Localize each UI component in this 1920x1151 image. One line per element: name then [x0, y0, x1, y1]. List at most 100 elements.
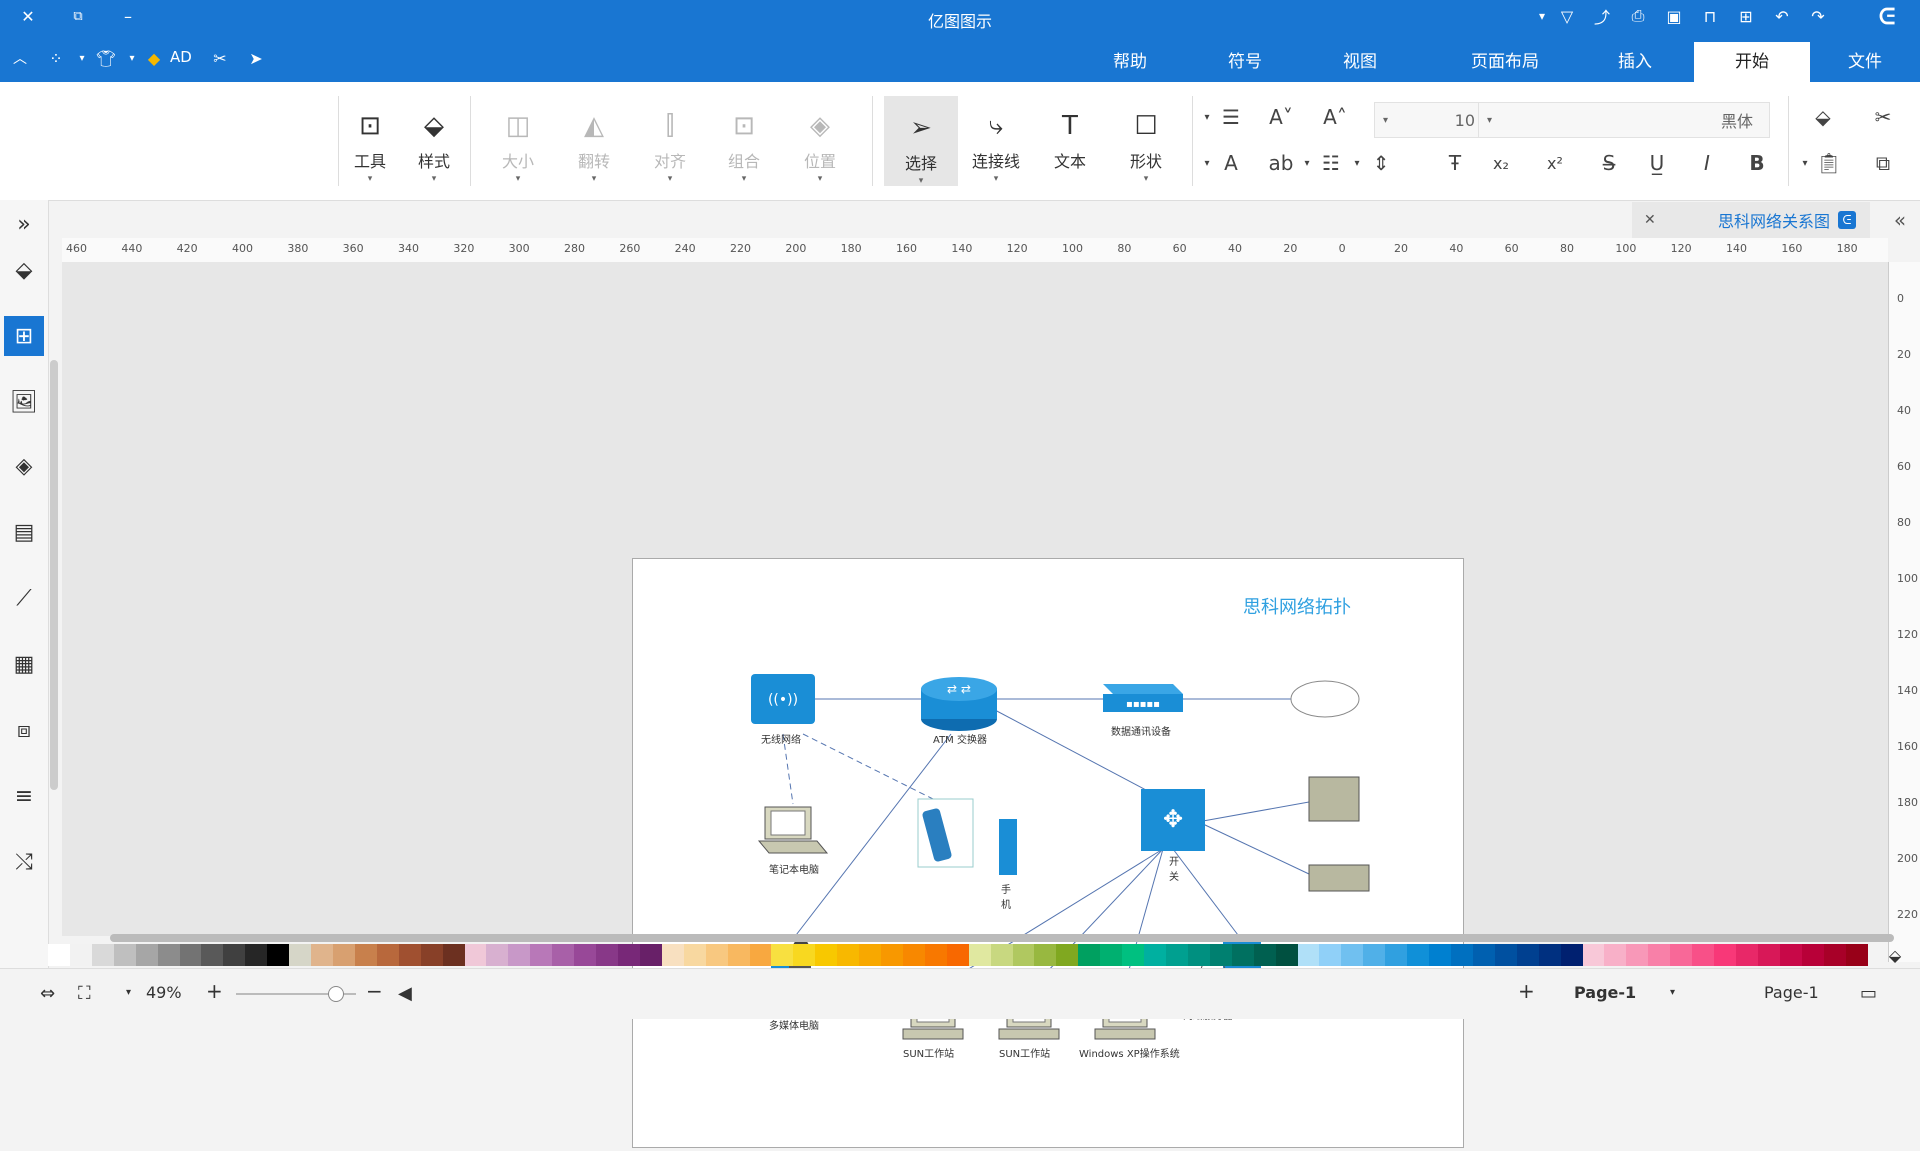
- tab-insert[interactable]: 插入: [1580, 42, 1690, 82]
- ad-label[interactable]: AD: [170, 48, 192, 66]
- color-swatch[interactable]: [1823, 944, 1846, 966]
- line-spacing-icon[interactable]: ⇕: [1366, 148, 1396, 178]
- color-swatch[interactable]: [1757, 944, 1780, 966]
- current-page-tab[interactable]: Page-1: [1574, 983, 1636, 1002]
- color-swatch[interactable]: [1472, 944, 1495, 966]
- color-swatch[interactable]: [661, 944, 684, 966]
- color-swatch[interactable]: [968, 944, 991, 966]
- color-swatch[interactable]: [530, 944, 553, 966]
- color-swatch[interactable]: [1735, 944, 1758, 966]
- share-icon[interactable]: ⤴: [1590, 4, 1614, 28]
- fullscreen-icon[interactable]: ⛶: [78, 983, 91, 1004]
- tab-help[interactable]: 帮助: [1080, 42, 1180, 82]
- page-dropdown-icon[interactable]: ▾: [1670, 987, 1675, 998]
- subscript-icon[interactable]: x₂: [1486, 148, 1516, 178]
- font-color-dropdown-icon[interactable]: ▾: [1200, 148, 1214, 178]
- collapse-panel-icon[interactable]: «: [1880, 202, 1920, 238]
- zoom-slider-handle[interactable]: [328, 986, 344, 1002]
- color-swatch[interactable]: [1494, 944, 1517, 966]
- list-dropdown-icon[interactable]: ▾: [1300, 148, 1314, 178]
- color-swatch[interactable]: [1779, 944, 1802, 966]
- tab-view[interactable]: 视图: [1310, 42, 1410, 82]
- strikethrough-icon[interactable]: S̶: [1594, 148, 1624, 178]
- page-view-icon[interactable]: ▭: [1860, 983, 1877, 1004]
- color-swatch[interactable]: [793, 944, 816, 966]
- winxp-label[interactable]: Windows XP操作系统: [1079, 1045, 1180, 1060]
- text-button[interactable]: T 文本: [1040, 94, 1100, 184]
- italic-icon[interactable]: I: [1692, 148, 1722, 178]
- more-icon[interactable]: ▾: [1530, 4, 1554, 28]
- vertical-scrollbar[interactable]: [50, 360, 58, 790]
- minimize-icon[interactable]: –: [116, 4, 140, 28]
- color-swatch[interactable]: [354, 944, 377, 966]
- color-swatch[interactable]: [881, 944, 903, 966]
- color-swatch[interactable]: [179, 944, 202, 966]
- modem-label[interactable]: 数据通讯设备: [1111, 723, 1171, 738]
- tool-button[interactable]: ⊡ 工具 ▾: [340, 94, 400, 184]
- font-size-select[interactable]: ▾ 10: [1374, 102, 1488, 138]
- paste-icon[interactable]: 📋︎: [1814, 148, 1844, 178]
- color-swatch[interactable]: [1516, 944, 1539, 966]
- fill-color-icon[interactable]: ⬙: [1880, 944, 1910, 966]
- color-swatch[interactable]: [91, 944, 114, 966]
- save-icon[interactable]: ▣: [1662, 4, 1686, 28]
- color-swatch[interactable]: [1056, 944, 1079, 966]
- style-button[interactable]: ⬙ 样式 ▾: [404, 94, 464, 184]
- color-swatch[interactable]: [574, 944, 597, 966]
- color-swatch[interactable]: [1648, 944, 1671, 966]
- color-swatch[interactable]: [815, 944, 838, 966]
- format-painter-icon[interactable]: ⬙: [1808, 102, 1838, 132]
- color-swatch[interactable]: [376, 944, 399, 966]
- color-swatch[interactable]: [135, 944, 158, 966]
- wireless-label[interactable]: 无线网络: [761, 731, 801, 746]
- color-swatch[interactable]: [289, 944, 312, 966]
- color-swatch[interactable]: [1078, 944, 1101, 966]
- color-swatch[interactable]: [113, 944, 136, 966]
- shape-button[interactable]: ☐ 形状 ▾: [1116, 94, 1176, 184]
- shuffle-icon[interactable]: ⤭: [4, 842, 44, 882]
- color-swatch[interactable]: [946, 944, 969, 966]
- color-swatch[interactable]: [837, 944, 860, 966]
- position-button[interactable]: ◈ 位置 ▾: [790, 94, 850, 184]
- diagram-page[interactable]: ((•)) ⇄ ⇄ ▪▪▪▪▪ ✥ 思科网络拓扑 无线网络 ATM 交换器 数据…: [632, 558, 1464, 1148]
- color-swatch[interactable]: [157, 944, 180, 966]
- color-swatch[interactable]: [420, 944, 443, 966]
- laptop-label[interactable]: 笔记本电脑: [769, 861, 819, 876]
- fill-icon[interactable]: ⬙: [4, 250, 44, 290]
- format-icon[interactable]: ≡: [4, 776, 44, 816]
- cut-icon[interactable]: ✂: [1868, 102, 1898, 132]
- color-swatch[interactable]: [69, 944, 92, 966]
- close-tab-icon[interactable]: ✕: [1644, 212, 1656, 228]
- paste-dropdown-icon[interactable]: ▾: [1798, 148, 1812, 178]
- text-case-icon[interactable]: Ŧ: [1440, 148, 1470, 178]
- color-swatch[interactable]: [1166, 944, 1188, 966]
- tab-file[interactable]: 文件: [1810, 42, 1920, 82]
- color-swatch[interactable]: [990, 944, 1013, 966]
- collapse-ribbon-icon[interactable]: ︿: [8, 46, 32, 70]
- scissors-icon[interactable]: ✂: [208, 46, 232, 70]
- color-swatch[interactable]: [1692, 944, 1715, 966]
- color-swatch[interactable]: [464, 944, 487, 966]
- color-swatch[interactable]: [267, 944, 290, 966]
- multimedia-label[interactable]: 多媒体电脑: [769, 1017, 819, 1032]
- color-swatch[interactable]: [1297, 944, 1320, 966]
- color-swatch[interactable]: [1275, 944, 1298, 966]
- color-swatch[interactable]: [508, 944, 531, 966]
- font-name-select[interactable]: ▾ 黑体: [1478, 102, 1770, 138]
- highlight-icon[interactable]: ab: [1266, 148, 1296, 178]
- color-swatch[interactable]: [486, 944, 509, 966]
- color-swatch[interactable]: [771, 944, 794, 966]
- color-swatch[interactable]: [442, 944, 465, 966]
- color-swatch[interactable]: [639, 944, 662, 966]
- color-swatch[interactable]: [223, 944, 246, 966]
- color-swatch[interactable]: [1253, 944, 1276, 966]
- fit-width-icon[interactable]: ⇔: [40, 983, 55, 1004]
- select-button[interactable]: ➢ 选择 ▾: [884, 96, 958, 186]
- color-swatch[interactable]: [1341, 944, 1364, 966]
- color-swatch[interactable]: [1670, 944, 1693, 966]
- tab-home[interactable]: 开始: [1694, 42, 1810, 82]
- spacing-dropdown-icon[interactable]: ▾: [1350, 148, 1364, 178]
- layers-panel-icon[interactable]: ◈: [4, 446, 44, 486]
- font-color-icon[interactable]: A: [1216, 148, 1246, 178]
- color-swatch[interactable]: [1319, 944, 1342, 966]
